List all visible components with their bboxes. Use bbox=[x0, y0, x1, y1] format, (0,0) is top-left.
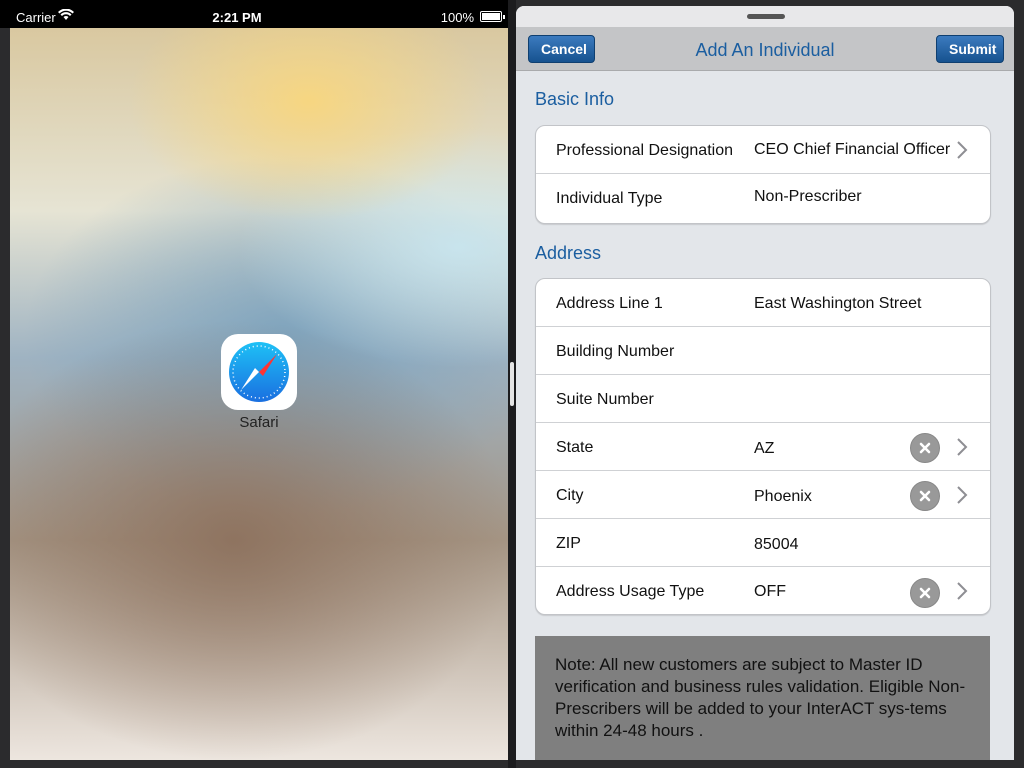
suite-number-row[interactable]: Suite Number bbox=[536, 375, 990, 423]
safari-app-label: Safari bbox=[239, 414, 279, 431]
professional-designation-label: Professional Designation bbox=[556, 142, 733, 159]
split-view-handle[interactable] bbox=[510, 362, 514, 406]
city-label: City bbox=[556, 487, 584, 504]
address-usage-type-label: Address Usage Type bbox=[556, 583, 705, 600]
clock: 2:21 PM bbox=[212, 10, 262, 25]
zip-label: ZIP bbox=[556, 535, 581, 552]
address-usage-type-row[interactable]: Address Usage Type OFF bbox=[536, 567, 990, 615]
state-value: AZ bbox=[754, 440, 775, 457]
pane-top-bar bbox=[516, 6, 1014, 27]
address-line-1-label: Address Line 1 bbox=[556, 295, 663, 312]
chevron-right-icon bbox=[957, 438, 968, 456]
pane-grabber[interactable] bbox=[747, 14, 785, 19]
address-usage-type-clear-button[interactable] bbox=[910, 578, 940, 608]
city-row[interactable]: City Phoenix bbox=[536, 471, 990, 519]
individual-type-label: Individual Type bbox=[556, 190, 663, 207]
verification-note: Note: All new customers are subject to M… bbox=[535, 636, 990, 760]
address-line-1-value: East Washington Street bbox=[754, 295, 922, 312]
address-heading: Address bbox=[535, 243, 602, 263]
battery-icon bbox=[480, 11, 505, 22]
address-line-1-row[interactable]: Address Line 1 East Washington Street bbox=[536, 279, 990, 327]
building-number-row[interactable]: Building Number bbox=[536, 327, 990, 375]
professional-designation-row[interactable]: Professional Designation CEO Chief Finan… bbox=[536, 126, 990, 174]
state-clear-button[interactable] bbox=[910, 433, 940, 463]
basic-info-heading: Basic Info bbox=[535, 89, 615, 109]
screen-edge bbox=[1014, 0, 1024, 768]
right-split-pane: Cancel Add An Individual Submit Basic In… bbox=[516, 6, 1014, 760]
chevron-right-icon bbox=[957, 582, 968, 600]
navigation-bar: Cancel Add An Individual Submit bbox=[516, 27, 1014, 71]
submit-button[interactable]: Submit bbox=[936, 35, 1004, 63]
suite-number-label: Suite Number bbox=[556, 391, 654, 408]
chevron-right-icon bbox=[957, 141, 968, 159]
city-clear-button[interactable] bbox=[910, 481, 940, 511]
close-icon bbox=[919, 490, 931, 502]
page-title: Add An Individual bbox=[695, 40, 835, 60]
building-number-label: Building Number bbox=[556, 343, 675, 360]
state-row[interactable]: State AZ bbox=[536, 423, 990, 471]
individual-type-row[interactable]: Individual Type Non-Prescriber bbox=[536, 174, 990, 222]
address-group: Address Line 1 East Washington Street Bu… bbox=[535, 278, 991, 615]
close-icon bbox=[919, 587, 931, 599]
safari-compass-icon bbox=[229, 342, 289, 402]
cancel-button[interactable]: Cancel bbox=[528, 35, 595, 63]
safari-app-icon[interactable] bbox=[221, 334, 297, 410]
close-icon bbox=[919, 442, 931, 454]
left-split-pane: Safari bbox=[10, 28, 508, 760]
status-bar: Carrier 2:21 PM 100% bbox=[0, 0, 508, 28]
address-usage-type-value: OFF bbox=[754, 583, 786, 600]
zip-value: 85004 bbox=[754, 536, 799, 553]
professional-designation-value: CEO Chief Financial Officer bbox=[754, 141, 951, 158]
individual-type-value: Non-Prescriber bbox=[754, 188, 862, 205]
basic-info-group: Professional Designation CEO Chief Finan… bbox=[535, 125, 991, 224]
state-label: State bbox=[556, 439, 594, 456]
battery-percentage: 100% bbox=[440, 10, 474, 25]
city-value: Phoenix bbox=[754, 488, 812, 505]
zip-row[interactable]: ZIP 85004 bbox=[536, 519, 990, 567]
chevron-right-icon bbox=[957, 486, 968, 504]
